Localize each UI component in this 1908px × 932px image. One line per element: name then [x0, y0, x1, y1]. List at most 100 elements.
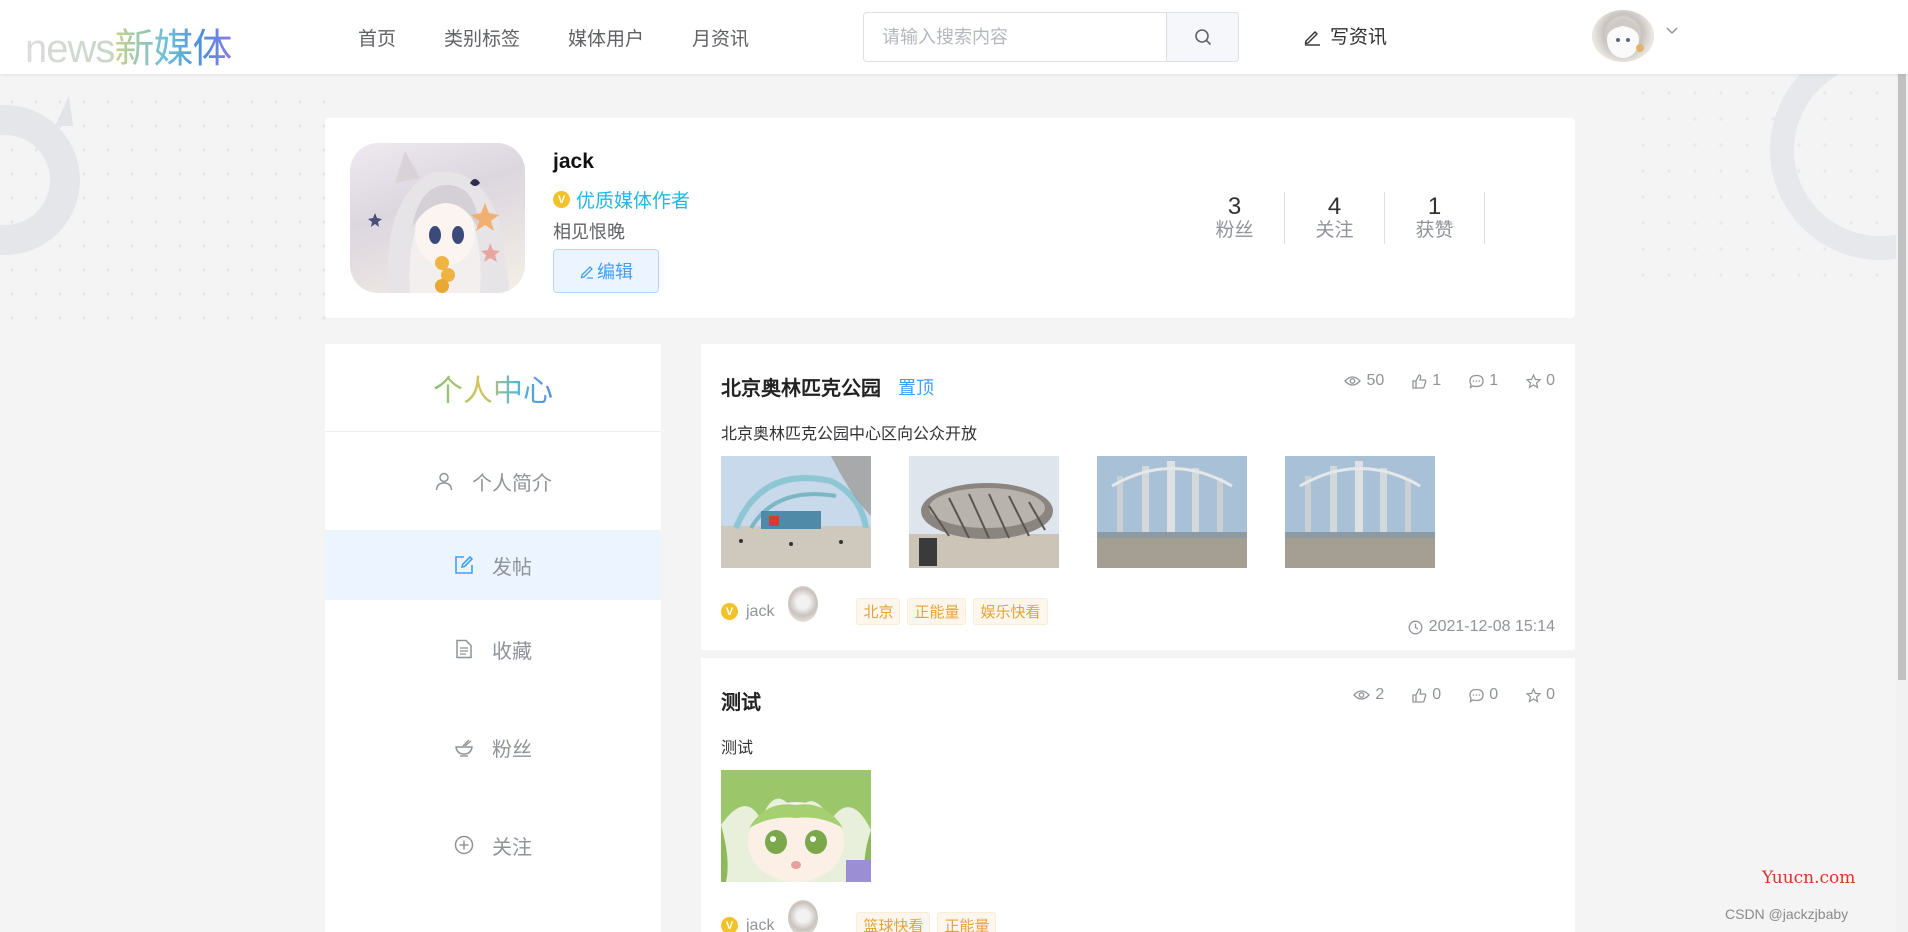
- thumb-up-icon: [1412, 373, 1427, 389]
- post-tag[interactable]: 正能量: [937, 912, 997, 932]
- post-image[interactable]: [721, 456, 871, 568]
- user-icon: [435, 472, 453, 491]
- profile-stats: 3 粉丝 4 关注 1 获赞: [1185, 192, 1485, 244]
- post-author-avatar[interactable]: [788, 585, 819, 622]
- author-badge: V 优质媒体作者: [553, 186, 690, 213]
- pen-icon: [580, 266, 593, 279]
- search-button[interactable]: [1166, 13, 1238, 61]
- sidebar-item-favorites[interactable]: 收藏: [325, 600, 661, 698]
- favorite-count-value: 0: [1546, 686, 1555, 703]
- stat-likes-count: 1: [1427, 193, 1442, 221]
- eye-icon: [1344, 376, 1362, 386]
- sidebar-title: 个人中心: [325, 344, 661, 432]
- comment-icon: [1469, 374, 1484, 389]
- post-description: 北京奥林匹克公园中心区向公众开放: [721, 426, 978, 443]
- stat-following-label: 关注: [1315, 219, 1354, 241]
- post-title[interactable]: 测试: [721, 686, 761, 715]
- verified-icon: V: [553, 191, 570, 208]
- nav-item-category-tags[interactable]: 类别标签: [444, 24, 520, 51]
- sidebar-item-profile[interactable]: 个人简介: [325, 432, 661, 530]
- post-author-name[interactable]: jack: [746, 917, 774, 932]
- background-dots-right: [1630, 80, 1900, 280]
- background-triangle: [55, 96, 73, 126]
- edit-profile-label: 编辑: [597, 262, 633, 282]
- stat-likes[interactable]: 1 获赞: [1385, 192, 1485, 244]
- background-dots-left: [0, 90, 330, 330]
- clock-icon: [1408, 620, 1423, 634]
- sidebar-item-label: 发帖: [492, 556, 532, 579]
- sidebar-item-label: 粉丝: [492, 738, 532, 761]
- top-header: news新媒体 首页 类别标签 媒体用户 月资讯 写资讯: [0, 0, 1908, 74]
- like-count[interactable]: 1: [1412, 372, 1441, 390]
- nav-item-home[interactable]: 首页: [358, 24, 396, 51]
- post-tag[interactable]: 娱乐快看: [973, 598, 1048, 625]
- sidebar-item-following[interactable]: 关注: [325, 796, 661, 894]
- post-tag[interactable]: 篮球快看: [856, 912, 931, 932]
- comment-count-value: 0: [1489, 686, 1499, 703]
- post-card[interactable]: 北京奥林匹克公园 置顶 50 1 1 0 北京奥林匹克公园中心区向公众开放 V …: [701, 344, 1575, 650]
- thumb-up-icon: [1412, 687, 1427, 703]
- scrollbar-thumb[interactable]: [1898, 0, 1906, 680]
- like-count[interactable]: 0: [1412, 686, 1441, 704]
- search-input[interactable]: [864, 13, 1166, 61]
- logo-text-en: news: [25, 27, 115, 71]
- verified-icon: V: [721, 603, 738, 620]
- background-ring-left: [0, 105, 80, 255]
- comment-count[interactable]: 0: [1469, 686, 1498, 704]
- edit-profile-button[interactable]: 编辑: [553, 249, 659, 293]
- watermark-site: Yuucn.com: [1762, 868, 1856, 888]
- eye-icon: [1353, 690, 1371, 700]
- favorite-count[interactable]: 0: [1526, 372, 1555, 390]
- chevron-down-icon[interactable]: [1665, 26, 1679, 36]
- write-news-button[interactable]: 写资讯: [1302, 22, 1387, 49]
- post-stats: 2 0 0 0: [1353, 686, 1555, 704]
- view-count: 2: [1353, 686, 1384, 704]
- watermark-credit: CSDN @jackzjbaby: [1725, 906, 1849, 922]
- star-icon: [1526, 373, 1542, 389]
- nav-item-media-users[interactable]: 媒体用户: [568, 24, 644, 51]
- post-image[interactable]: [1285, 456, 1435, 568]
- stat-fans[interactable]: 3 粉丝: [1185, 192, 1285, 244]
- post-image[interactable]: [909, 456, 1059, 568]
- write-news-label: 写资讯: [1330, 27, 1388, 48]
- post-author-name[interactable]: jack: [746, 603, 774, 621]
- circle-plus-icon: [454, 835, 474, 855]
- post-image[interactable]: [1097, 456, 1247, 568]
- view-count-value: 50: [1366, 372, 1385, 389]
- post-author-row: V jack 北京 正能量 娱乐快看: [721, 585, 1048, 625]
- sidebar-item-posts[interactable]: 发帖: [325, 530, 661, 600]
- post-title[interactable]: 北京奥林匹克公园: [721, 372, 881, 401]
- post-tags: 篮球快看 正能量: [856, 912, 997, 932]
- stat-likes-label: 获赞: [1415, 219, 1454, 241]
- post-tag[interactable]: 正能量: [907, 598, 967, 625]
- user-avatar[interactable]: [1592, 10, 1654, 62]
- post-card[interactable]: 测试 2 0 0 0 测试 V jack 篮球快看 正能量: [701, 658, 1575, 932]
- post-image[interactable]: [721, 770, 871, 882]
- favorite-count[interactable]: 0: [1526, 686, 1555, 704]
- stat-following[interactable]: 4 关注: [1285, 192, 1385, 244]
- sidebar-item-label: 收藏: [492, 640, 532, 663]
- site-logo[interactable]: news新媒体: [25, 16, 232, 74]
- page-scrollbar[interactable]: [1896, 0, 1908, 932]
- stat-fans-label: 粉丝: [1215, 219, 1254, 241]
- comment-count[interactable]: 1: [1469, 372, 1498, 390]
- post-tag[interactable]: 北京: [856, 598, 901, 625]
- profile-name: jack: [553, 150, 594, 173]
- nav-item-monthly-news[interactable]: 月资讯: [692, 24, 749, 51]
- comment-count-value: 1: [1489, 372, 1499, 389]
- sidebar-title-text: 个人中心: [433, 366, 553, 410]
- avatar-image: [1605, 18, 1644, 58]
- profile-card: jack V 优质媒体作者 相见恨晚 编辑 3 粉丝 4 关注 1 获赞: [325, 118, 1575, 318]
- verified-icon: V: [721, 917, 738, 932]
- logo-text-cn: 新媒体: [114, 27, 232, 71]
- post-description: 测试: [721, 740, 754, 757]
- document-icon: [456, 639, 472, 659]
- search-box: [863, 12, 1239, 62]
- favorite-count-value: 0: [1546, 372, 1555, 389]
- pinned-label: 置顶: [898, 378, 934, 398]
- post-stats: 50 1 1 0: [1344, 372, 1555, 390]
- profile-avatar: [350, 143, 525, 293]
- stat-fans-count: 3: [1227, 193, 1242, 221]
- post-author-avatar[interactable]: [788, 899, 819, 932]
- sidebar-item-fans[interactable]: 粉丝: [325, 698, 661, 796]
